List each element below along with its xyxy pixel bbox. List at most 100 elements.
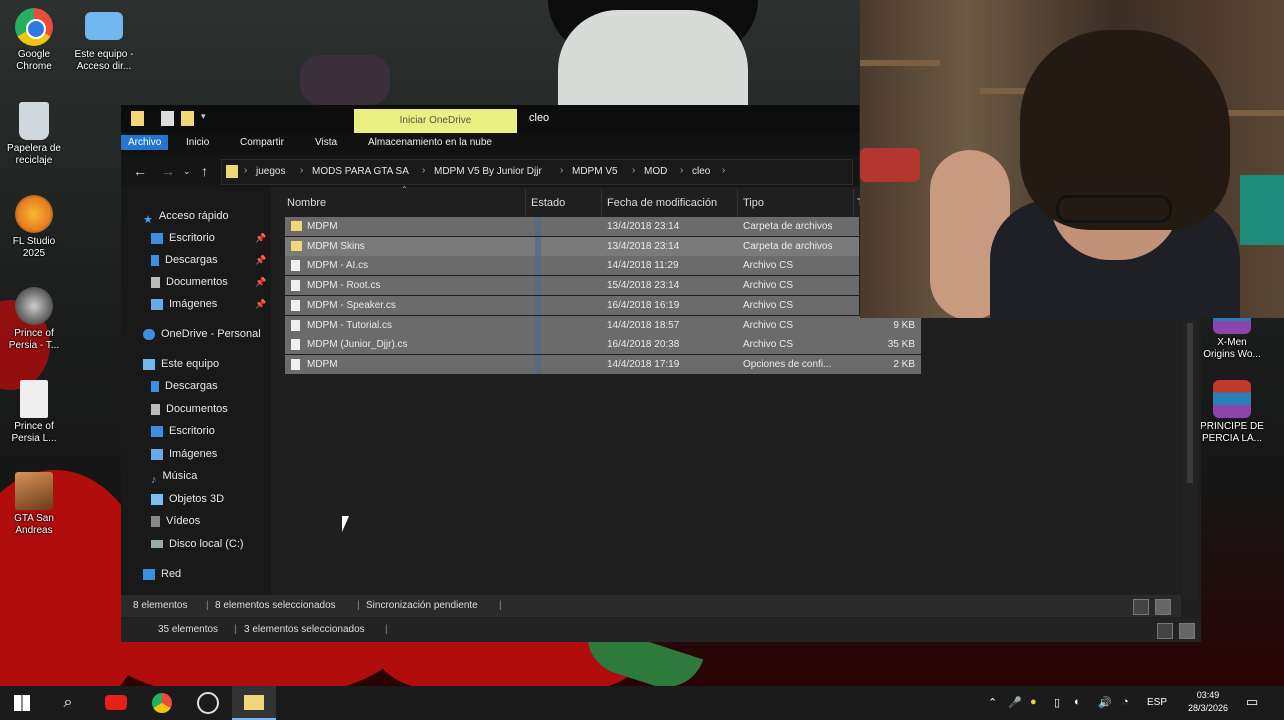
desktop-icon-chrome[interactable]: Google Chrome bbox=[0, 8, 72, 73]
nav-quick-downloads[interactable]: Descargas bbox=[151, 251, 218, 269]
nav-pc-desktop[interactable]: Escritorio bbox=[151, 422, 215, 440]
breadcrumb-item[interactable]: MDPM V5 bbox=[572, 166, 618, 177]
notifications-icon[interactable]: ▭ bbox=[1246, 694, 1258, 710]
sync-status-indicator bbox=[535, 217, 541, 236]
new-folder-icon[interactable] bbox=[181, 111, 194, 126]
recycle-bin-icon bbox=[19, 102, 49, 140]
breadcrumb-item[interactable]: MOD bbox=[644, 166, 667, 177]
nav-this-pc[interactable]: Este equipo bbox=[143, 355, 219, 373]
nav-label: Este equipo bbox=[161, 358, 220, 370]
column-header-name[interactable]: Nombre bbox=[287, 189, 526, 217]
up-arrow-icon[interactable]: ↑ bbox=[201, 163, 208, 179]
start-button[interactable] bbox=[0, 686, 44, 720]
recent-locations-icon[interactable]: ⌄ bbox=[183, 166, 191, 177]
column-header-date[interactable]: Fecha de modificación bbox=[607, 189, 738, 217]
nav-quick-desktop[interactable]: Escritorio bbox=[151, 229, 215, 247]
sync-status-indicator bbox=[535, 335, 541, 355]
forward-arrow-icon[interactable]: → bbox=[161, 163, 175, 179]
nav-network[interactable]: Red bbox=[143, 565, 181, 583]
nav-quick-access[interactable]: ★ Acceso rápido bbox=[143, 207, 229, 226]
taskbar-app[interactable] bbox=[186, 686, 230, 720]
taskbar-chrome[interactable] bbox=[140, 686, 184, 720]
nav-pc-3d-objects[interactable]: Objetos 3D bbox=[151, 490, 224, 508]
file-type: Opciones de confi... bbox=[743, 358, 832, 370]
pin-icon[interactable]: 📌 bbox=[255, 233, 266, 244]
nav-pc-downloads[interactable]: Descargas bbox=[151, 377, 218, 395]
nav-pc-music[interactable]: ♪ Música bbox=[151, 467, 197, 486]
desktop-icon-label: 2025 bbox=[22, 248, 46, 259]
volume-icon[interactable]: 🔊 bbox=[1098, 696, 1112, 709]
nav-pc-local-disk[interactable]: Disco local (C:) bbox=[151, 535, 244, 553]
breadcrumb-item[interactable]: MDPM V5 By Junior Djjr bbox=[434, 166, 542, 177]
column-header-status[interactable]: Estado bbox=[531, 189, 602, 217]
scrollbar-thumb[interactable] bbox=[1187, 323, 1193, 483]
wifi-icon[interactable]: ◔ bbox=[1122, 696, 1129, 708]
file-row[interactable]: MDPM 14/4/2018 17:19 Opciones de confi... 2… bbox=[285, 354, 921, 374]
file-row[interactable]: MDPM Skins 13/4/2018 23:14 Carpeta de arch… bbox=[285, 236, 859, 256]
file-row[interactable]: MDPM 13/4/2018 23:14 Carpeta de archivos bbox=[285, 217, 859, 236]
nav-pc-pictures[interactable]: Imágenes bbox=[151, 445, 217, 463]
pin-icon[interactable]: 📌 bbox=[255, 277, 266, 288]
file-size: 35 KB bbox=[887, 339, 915, 351]
document-icon bbox=[20, 380, 48, 418]
vertical-scrollbar[interactable] bbox=[1183, 320, 1197, 600]
breadcrumb-item[interactable]: cleo bbox=[692, 166, 710, 177]
desktop-icon-principe[interactable]: PRINCIPE DE PERCIA LA... bbox=[1194, 380, 1270, 445]
nav-pc-videos[interactable]: Vídeos bbox=[151, 512, 200, 530]
file-row[interactable]: MDPM - Speaker.cs 16/4/2018 16:19 Archivo … bbox=[285, 295, 859, 315]
pin-icon[interactable]: 📌 bbox=[255, 299, 266, 310]
taskbar-youtube[interactable] bbox=[94, 686, 138, 720]
file-row[interactable]: MDPM - Tutorial.cs 14/4/2018 18:57 Archivo… bbox=[285, 315, 921, 335]
desktop-icon-recycle-bin[interactable]: Papelera de reciclaje bbox=[0, 102, 72, 167]
tray-app-icon[interactable]: ● bbox=[1030, 696, 1037, 708]
battery-icon[interactable]: ▯ bbox=[1054, 696, 1060, 709]
tab-share[interactable]: Compartir bbox=[240, 137, 284, 148]
details-view-icon[interactable] bbox=[1133, 599, 1149, 615]
sync-status-indicator bbox=[535, 236, 541, 256]
desktop-icon-fl-studio[interactable]: FL Studio 2025 bbox=[0, 195, 72, 260]
red-object bbox=[860, 148, 920, 182]
tab-view[interactable]: Vista bbox=[315, 137, 337, 148]
nav-quick-documents[interactable]: Documentos bbox=[151, 273, 228, 291]
nav-label: Acceso rápido bbox=[158, 210, 229, 222]
back-arrow-icon[interactable]: ← bbox=[133, 163, 147, 179]
file-name: MDPM - Speaker.cs bbox=[307, 299, 396, 311]
customize-quick-access-icon[interactable]: ▾ bbox=[201, 111, 206, 122]
file-row[interactable]: MDPM (Junior_Djjr).cs 16/4/2018 20:38 Arch… bbox=[285, 335, 921, 355]
show-hidden-icons-icon[interactable]: ⌃ bbox=[988, 696, 997, 709]
large-icons-view-icon[interactable] bbox=[1179, 623, 1195, 639]
search-button[interactable]: ⌕ bbox=[46, 686, 90, 720]
breadcrumb-item[interactable]: juegos bbox=[256, 166, 285, 177]
folder-icon bbox=[131, 111, 144, 126]
column-header-type[interactable]: Tipo bbox=[743, 189, 854, 217]
file-row[interactable]: MDPM - Root.cs 15/4/2018 23:14 Archivo CS bbox=[285, 276, 859, 296]
desktop-icon-this-pc[interactable]: Este equipo - Acceso dir... bbox=[66, 8, 142, 73]
nav-pc-documents[interactable]: Documentos bbox=[151, 400, 228, 418]
breadcrumb-item[interactable]: MODS PARA GTA SA bbox=[312, 166, 409, 177]
file-icon bbox=[291, 280, 300, 292]
tab-file[interactable]: Archivo bbox=[121, 135, 169, 150]
camera-icon[interactable]: ◐ bbox=[1074, 696, 1081, 708]
large-icons-view-icon[interactable] bbox=[1155, 599, 1171, 615]
clock-time: 03:49 bbox=[1196, 690, 1220, 700]
tab-home[interactable]: Inicio bbox=[186, 137, 209, 148]
details-view-icon[interactable] bbox=[1157, 623, 1173, 639]
language-indicator[interactable]: ESP bbox=[1147, 697, 1167, 708]
desktop-icon-prince-of-persia[interactable]: Prince of Persia - T... bbox=[0, 287, 72, 352]
nav-quick-pictures[interactable]: Imágenes bbox=[151, 295, 217, 313]
pin-icon[interactable]: 📌 bbox=[255, 255, 266, 266]
app-icon bbox=[197, 691, 219, 714]
clock[interactable]: 03:49 28/3/2026 bbox=[1178, 689, 1238, 715]
start-onedrive-button[interactable]: Iniciar OneDrive bbox=[354, 109, 517, 133]
properties-icon[interactable] bbox=[161, 111, 174, 126]
breadcrumb-separator: › bbox=[244, 165, 248, 176]
tab-cloud-storage[interactable]: Almacenamiento en la nube bbox=[368, 137, 492, 148]
file-row[interactable]: MDPM - AI.cs 14/4/2018 11:29 Archivo CS bbox=[285, 256, 859, 276]
desktop-icon-prince-of-persia-doc[interactable]: Prince of Persia L... bbox=[0, 380, 72, 445]
taskbar-file-explorer[interactable] bbox=[232, 686, 276, 720]
nav-onedrive[interactable]: OneDrive - Personal bbox=[143, 325, 261, 343]
address-field[interactable]: › juegos › MODS PARA GTA SA › MDPM V5 By… bbox=[221, 159, 853, 185]
desktop-icon-gta[interactable]: GTA San Andreas bbox=[0, 472, 72, 537]
file-size: 2 KB bbox=[893, 358, 915, 370]
microphone-icon[interactable]: 🎤 bbox=[1008, 696, 1022, 709]
